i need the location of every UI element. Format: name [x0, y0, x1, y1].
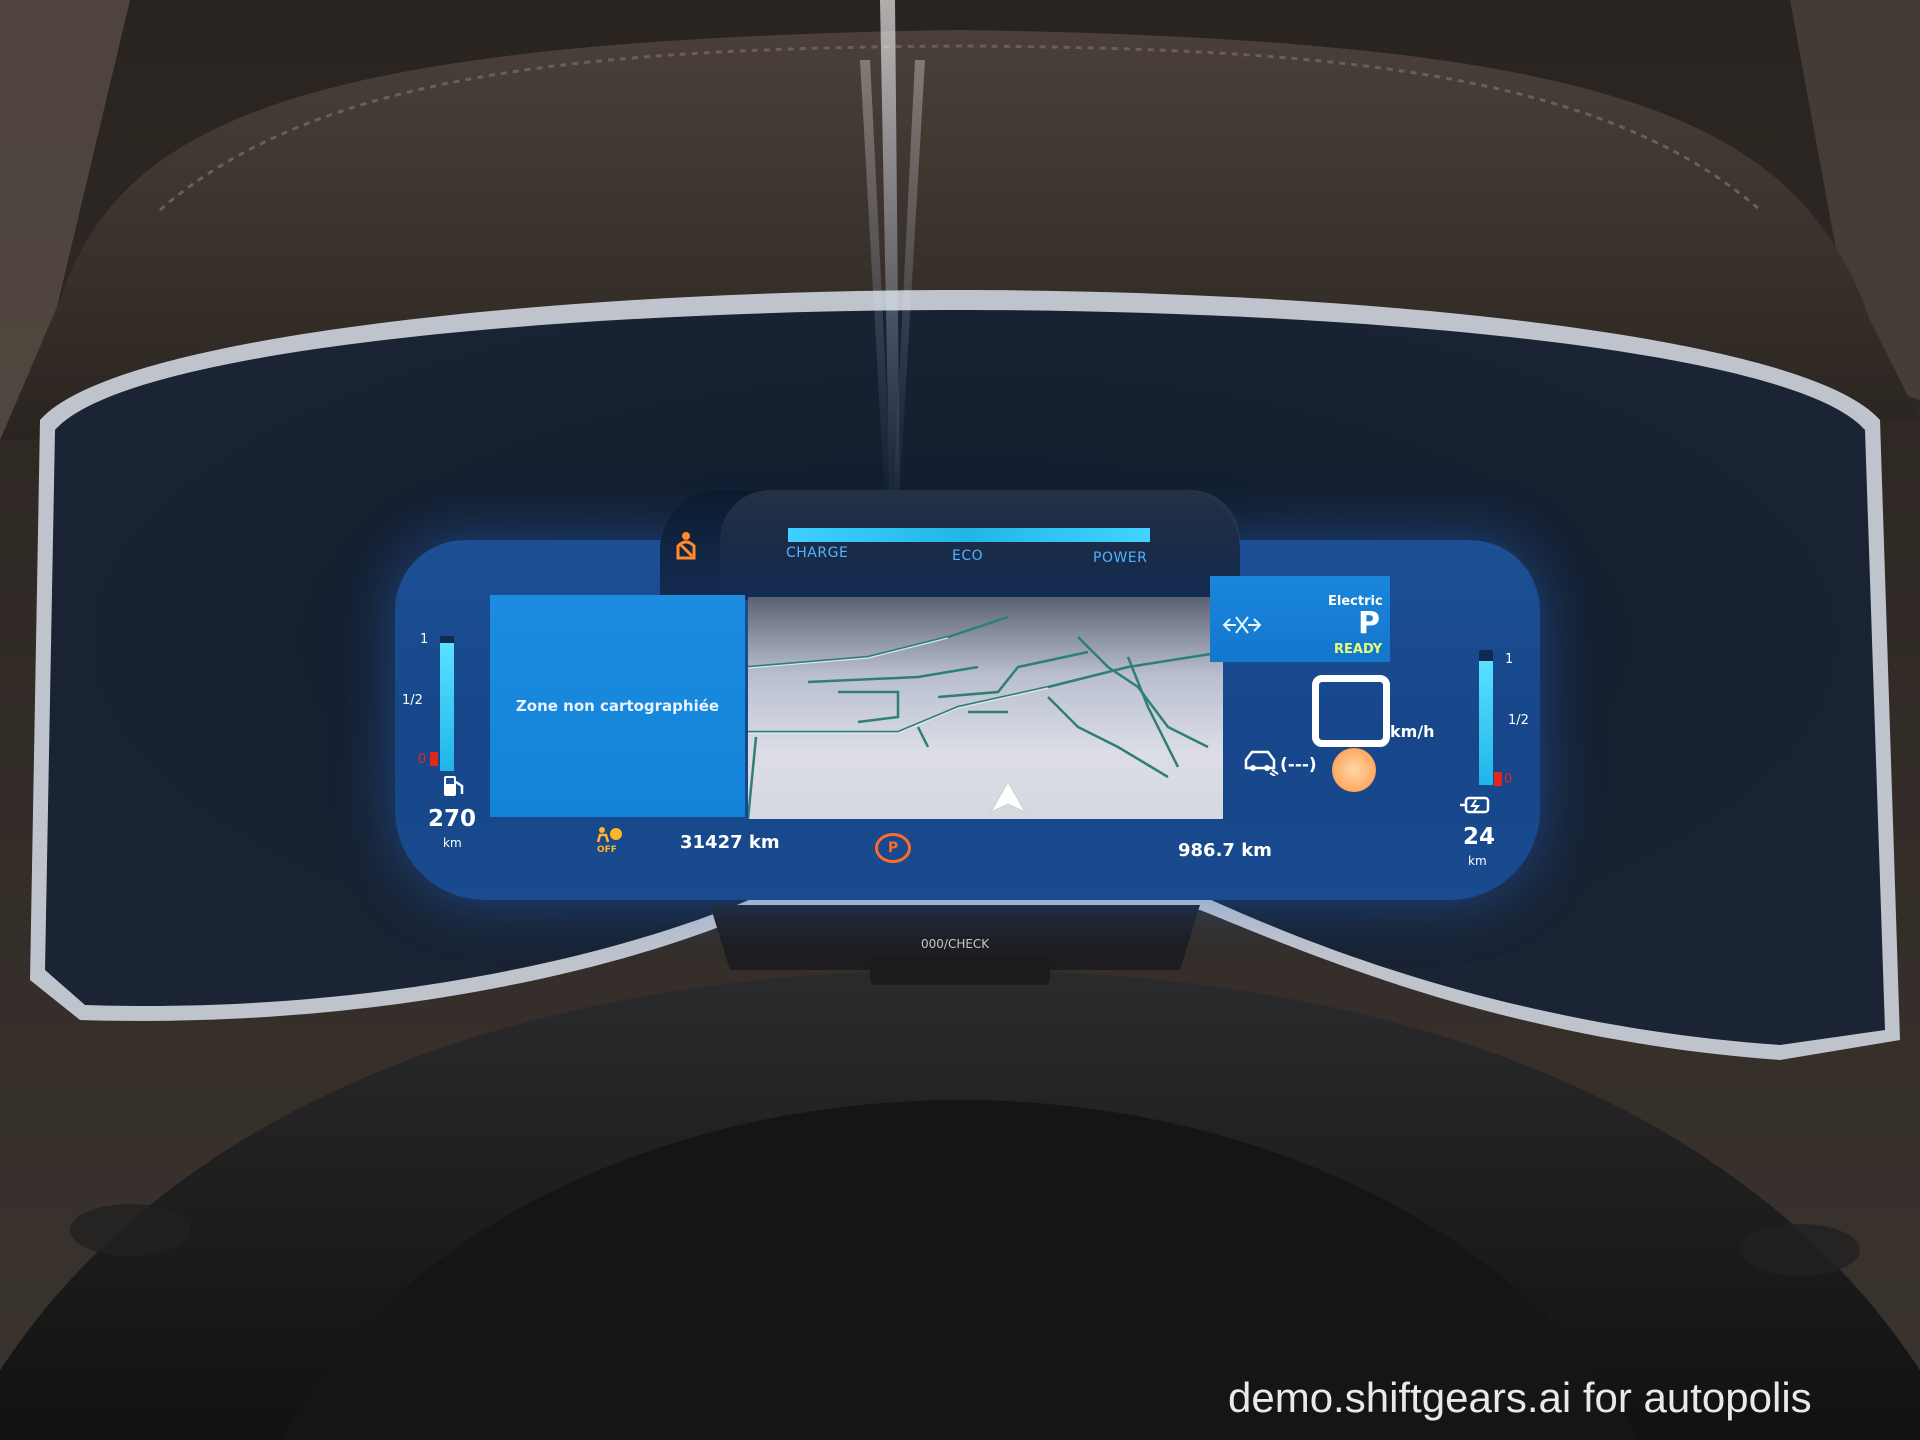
speed-limit-indicator: [1332, 748, 1376, 792]
seatbelt-warning-icon: [676, 532, 696, 560]
battery-gauge-tick-half: 1/2: [1508, 713, 1529, 728]
parking-brake-icon: P: [875, 833, 911, 863]
navigation-status-card: Zone non cartographiée: [490, 595, 745, 817]
hybrid-system-icon: [1222, 616, 1262, 634]
battery-gauge-fill: [1479, 661, 1493, 785]
fuel-pump-icon: [444, 776, 464, 796]
power-meter-label-charge: CHARGE: [786, 545, 849, 561]
gear-indicator: P: [1358, 606, 1380, 641]
battery-gauge-tick-full: 1: [1505, 652, 1514, 667]
navigation-position-arrow-icon: [989, 780, 1027, 814]
map-roads: [748, 615, 1223, 819]
unmapped-zone-text: Zone non cartographiée: [515, 697, 720, 715]
charging-plug-icon: [1460, 796, 1490, 814]
odometer: 31427 km: [680, 832, 780, 853]
fuel-range-unit: km: [443, 836, 462, 850]
passenger-airbag-icon: [596, 827, 622, 843]
power-meter-label-eco: ECO: [952, 548, 984, 564]
adaptive-cruise-icon: [1244, 750, 1279, 776]
fuel-gauge-fill: [440, 643, 454, 771]
fuel-reserve-marker: [430, 752, 438, 766]
power-meter-fill: [788, 528, 1150, 542]
parking-brake-symbol: P: [887, 840, 899, 856]
fuel-range-value: 270: [428, 806, 477, 832]
speed-unit: km/h: [1390, 722, 1435, 741]
fuel-gauge-tick-full: 1: [420, 632, 429, 647]
ready-indicator: READY: [1334, 642, 1383, 657]
trip-distance: 986.7 km: [1178, 840, 1272, 861]
cruise-setting: (---): [1280, 755, 1317, 775]
fuel-gauge-tick-empty: 0: [418, 752, 427, 767]
watermark: demo.shiftgears.ai for autopolis: [1228, 1374, 1812, 1421]
electric-range-unit: km: [1468, 854, 1487, 868]
navigation-map: [748, 597, 1223, 819]
battery-reserve-marker: [1494, 772, 1502, 786]
battery-gauge-tick-empty: 0: [1504, 772, 1513, 787]
fuel-gauge-tick-half: 1/2: [402, 693, 423, 708]
check-button[interactable]: 000/CHECK: [921, 937, 989, 951]
speed-display: [1312, 675, 1390, 747]
power-meter-label-power: POWER: [1093, 550, 1148, 566]
passenger-airbag-status: OFF: [597, 845, 617, 855]
electric-range-value: 24: [1463, 824, 1496, 850]
